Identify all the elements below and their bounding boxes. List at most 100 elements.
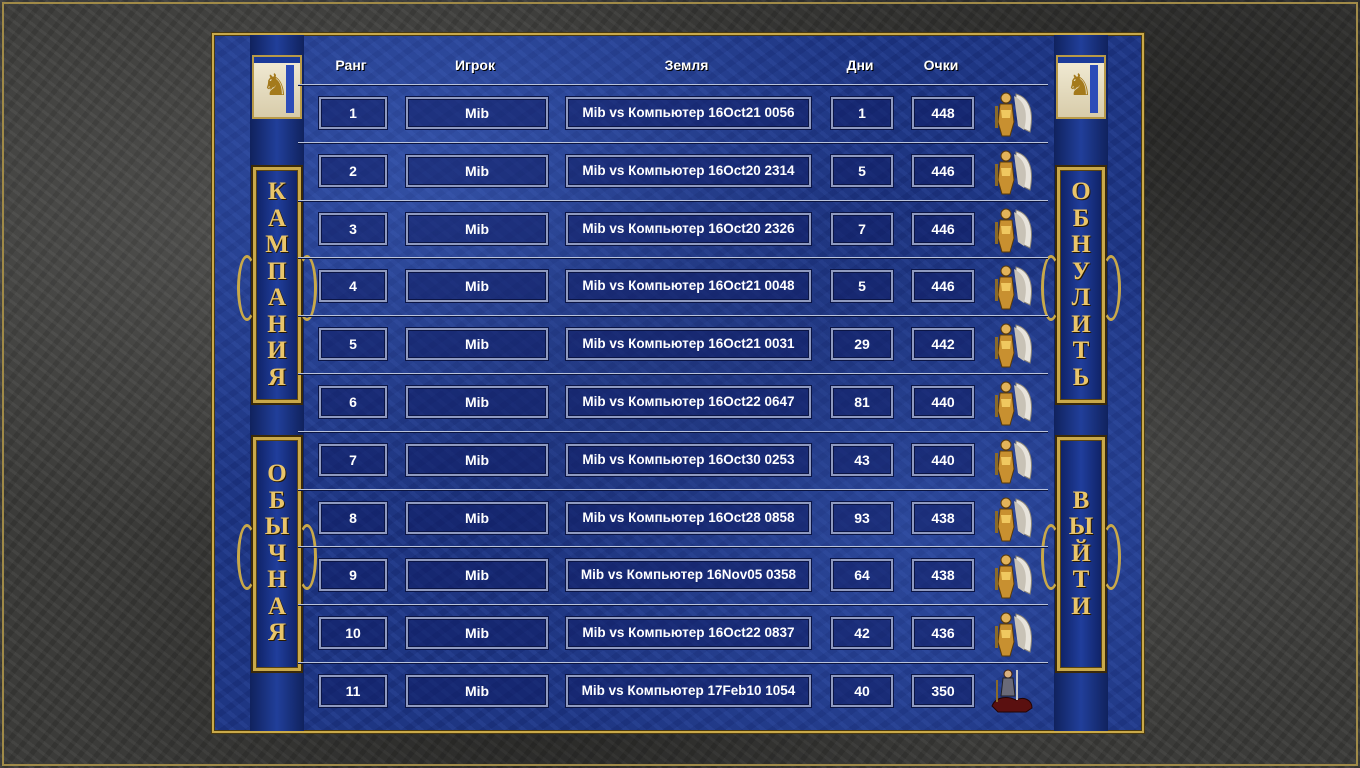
score-cell: 438	[912, 559, 974, 592]
player-cell: Mib	[406, 212, 548, 245]
row-divider	[298, 199, 1048, 201]
score-cell: 446	[912, 154, 974, 187]
row-divider	[298, 604, 1048, 606]
campaign-button[interactable]: КАМПАНИЯ	[237, 167, 317, 403]
button-letter: Я	[267, 363, 287, 391]
score-cell: 436	[912, 617, 974, 650]
button-letter: Н	[267, 566, 287, 594]
days-cell: 1	[831, 97, 893, 129]
button-letter: Ы	[1068, 513, 1094, 541]
days-cell: 93	[831, 501, 893, 534]
button-letter: О	[267, 460, 287, 488]
days-cell: 29	[831, 328, 893, 361]
reset-button[interactable]: ОБНУЛИТЬ	[1041, 167, 1121, 403]
button-letter: Й	[1071, 539, 1091, 567]
button-letter: В	[1072, 486, 1090, 514]
table-row: 7 Mib Mib vs Компьютер 16Oct30 0253 43 440	[298, 430, 1048, 488]
button-letter: И	[1071, 592, 1091, 620]
table-row: 5 Mib Mib vs Компьютер 16Oct21 0031 29 442	[298, 315, 1048, 372]
map-cell: Mib vs Компьютер 16Oct22 0837	[566, 617, 811, 650]
archangel-portrait-icon	[995, 439, 1032, 484]
map-cell: Mib vs Компьютер 16Oct20 2326	[566, 212, 811, 245]
player-cell: Mib	[406, 328, 548, 361]
header-map: Земля	[664, 57, 709, 73]
button-letter: И	[1071, 310, 1091, 338]
button-letter: Н	[267, 310, 287, 338]
exit-button[interactable]: ВЫЙТИ	[1041, 437, 1121, 671]
archangel-portrait-icon	[995, 265, 1032, 310]
button-letter: П	[267, 257, 287, 285]
player-cell: Mib	[406, 501, 548, 534]
row-divider	[298, 662, 1048, 663]
days-cell: 42	[831, 617, 893, 650]
player-cell: Mib	[406, 559, 548, 592]
button-letter: Б	[268, 486, 286, 514]
map-cell: Mib vs Компьютер 17Feb10 1054	[566, 675, 811, 707]
archangel-portrait-icon	[995, 381, 1032, 426]
player-cell: Mib	[406, 443, 548, 476]
days-cell: 5	[831, 270, 893, 303]
score-cell: 350	[912, 675, 974, 707]
button-letter: Ь	[1072, 363, 1090, 391]
map-cell: Mib vs Компьютер 16Oct28 0858	[566, 501, 811, 534]
row-divider	[298, 315, 1048, 317]
days-cell: 5	[831, 154, 893, 187]
rank-cell: 6	[319, 386, 387, 418]
button-letter: К	[267, 178, 287, 205]
table-row: 10 Mib Mib vs Компьютер 16Oct22 0837 42 436	[298, 604, 1048, 661]
archangel-portrait-icon	[995, 208, 1032, 253]
button-letter: М	[265, 231, 289, 258]
table-row: 3 Mib Mib vs Компьютер 16Oct20 2326 7 446	[298, 199, 1048, 257]
player-cell: Mib	[406, 154, 548, 187]
map-cell: Mib vs Компьютер 16Oct21 0048	[566, 270, 811, 303]
map-cell: Mib vs Компьютер 16Oct21 0031	[566, 328, 811, 361]
button-letter: Л	[1071, 284, 1091, 311]
score-cell: 440	[912, 386, 974, 418]
header-player: Игрок	[454, 57, 495, 73]
rank-cell: 3	[319, 212, 387, 245]
archangel-portrait-icon	[995, 323, 1032, 368]
archangel-portrait-icon	[995, 92, 1032, 137]
score-cell: 438	[912, 501, 974, 534]
row-divider	[298, 373, 1048, 374]
griffin-icon: ♞	[1066, 69, 1093, 102]
button-letter: Я	[267, 619, 287, 647]
row-divider	[298, 488, 1048, 490]
castle-banner-left: ♞	[252, 55, 302, 119]
cavalier-portrait-icon	[991, 669, 1033, 713]
button-letter: Т	[1072, 337, 1090, 364]
button-letter: Б	[1072, 204, 1090, 232]
days-cell: 40	[831, 675, 893, 707]
score-cell: 446	[912, 270, 974, 303]
button-letter: Т	[1072, 566, 1090, 594]
player-cell: Mib	[406, 617, 548, 650]
days-cell: 64	[831, 559, 893, 592]
standard-button[interactable]: ОБЫЧНАЯ	[237, 437, 317, 671]
player-cell: Mib	[406, 675, 548, 707]
button-letter: А	[267, 592, 287, 620]
row-divider	[298, 257, 1048, 259]
row-divider	[298, 546, 1048, 548]
map-cell: Mib vs Компьютер 16Oct20 2314	[566, 154, 811, 187]
rank-cell: 9	[319, 559, 387, 592]
button-letter: У	[1071, 257, 1091, 285]
days-cell: 7	[831, 212, 893, 245]
rank-cell: 1	[319, 97, 387, 129]
rank-cell: 11	[319, 675, 387, 707]
score-cell: 442	[912, 328, 974, 361]
map-cell: Mib vs Компьютер 16Oct21 0056	[566, 97, 811, 129]
row-divider	[298, 141, 1048, 143]
days-cell: 43	[831, 443, 893, 476]
table-row: 9 Mib Mib vs Компьютер 16Nov05 0358 64 438	[298, 546, 1048, 603]
button-letter: Н	[1071, 231, 1091, 258]
table-row: 11 Mib Mib vs Компьютер 17Feb10 1054 40 350	[298, 662, 1048, 719]
archangel-portrait-icon	[995, 150, 1032, 195]
header-rank: Ранг	[335, 57, 367, 73]
player-cell: Mib	[406, 97, 548, 129]
rank-cell: 8	[319, 501, 387, 534]
rank-cell: 4	[319, 270, 387, 303]
player-cell: Mib	[406, 386, 548, 418]
griffin-icon: ♞	[262, 69, 289, 102]
right-sidebar: ♞ ОБНУЛИТЬ ВЫЙТИ	[1041, 35, 1121, 731]
row-divider	[298, 84, 1048, 85]
